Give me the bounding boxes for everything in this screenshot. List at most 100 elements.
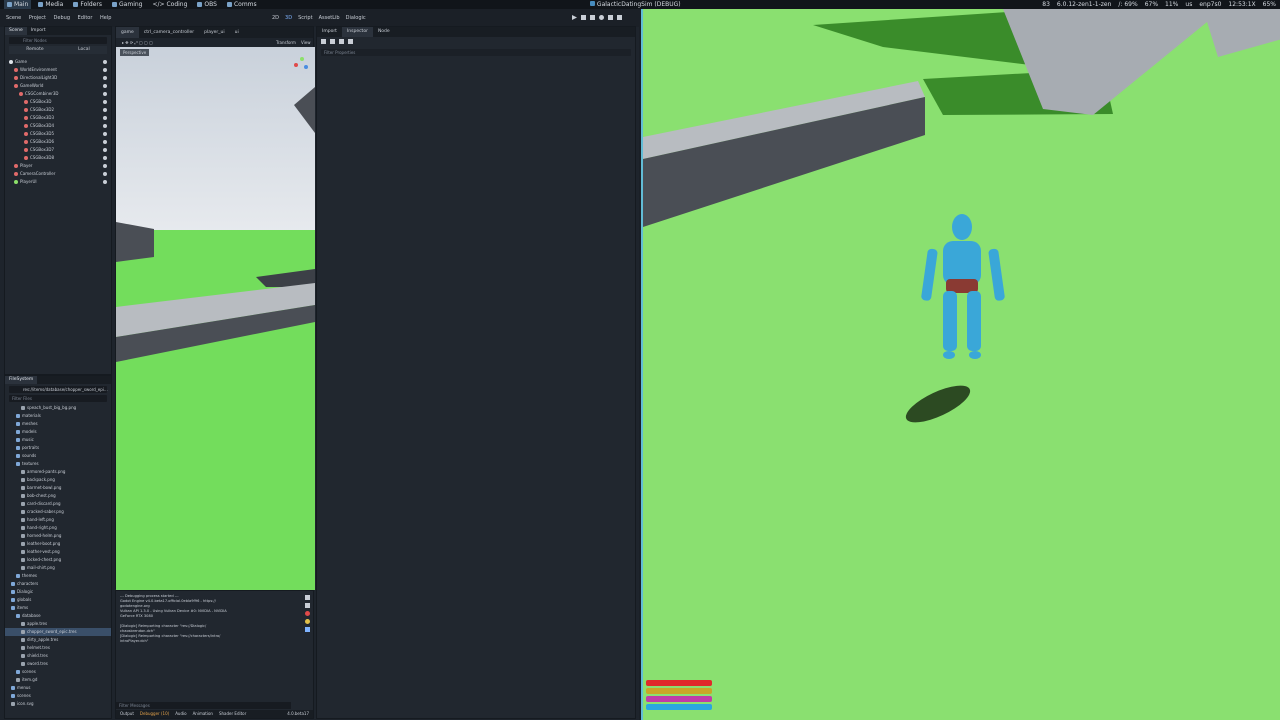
workspace-folders[interactable]: Folders [70, 0, 105, 9]
menu-help[interactable]: Help [100, 15, 111, 21]
folder-item[interactable]: Dialogic [5, 588, 111, 596]
visibility-icon[interactable] [103, 164, 107, 168]
folder-item[interactable]: characters [5, 580, 111, 588]
screen-3d[interactable]: 3D [285, 9, 292, 27]
file-item[interactable]: chopper_sword_epic.tres [5, 628, 111, 636]
message-filter-icon[interactable] [305, 627, 310, 632]
filter-messages-input[interactable]: Filter Messages [116, 702, 291, 709]
tab-inspector[interactable]: Inspector [341, 27, 373, 37]
file-item[interactable]: item.gd [5, 676, 111, 684]
game-window[interactable] [641, 9, 1280, 720]
file-item[interactable]: hand-right.png [5, 524, 111, 532]
folder-item[interactable]: models [5, 428, 111, 436]
folder-item[interactable]: scenes [5, 692, 111, 700]
folder-item[interactable]: materials [5, 412, 111, 420]
scene-node[interactable]: Game [5, 58, 111, 66]
file-item[interactable]: armored-pants.png [5, 468, 111, 476]
folder-item[interactable]: meshes [5, 420, 111, 428]
file-item[interactable]: dirty_apple.tres [5, 636, 111, 644]
tab-import-dock[interactable]: Import [317, 27, 342, 37]
visibility-icon[interactable] [103, 76, 107, 80]
file-item[interactable]: backpack.png [5, 476, 111, 484]
visibility-icon[interactable] [103, 148, 107, 152]
remote-button[interactable]: Remote [26, 46, 43, 54]
scene-tab-player-ui[interactable]: player_ui [199, 27, 230, 38]
view-menu[interactable]: View [301, 38, 311, 47]
workspace-comms[interactable]: Comms [224, 0, 260, 9]
file-item[interactable]: cracked-saber.png [5, 508, 111, 516]
remote-debug-icon[interactable] [599, 15, 604, 20]
folder-item[interactable]: scenes [5, 668, 111, 676]
visibility-icon[interactable] [103, 84, 107, 88]
scene-node[interactable]: CSGBox3D6 [5, 138, 111, 146]
workspace-media[interactable]: Media [35, 0, 66, 9]
copy-icon[interactable] [305, 603, 310, 608]
scene-node[interactable]: CSGBox3D3 [5, 114, 111, 122]
folder-item[interactable]: textures [5, 460, 111, 468]
visibility-icon[interactable] [103, 172, 107, 176]
scene-node[interactable]: CSGCombiner3D [5, 90, 111, 98]
file-item[interactable]: helmet.tres [5, 644, 111, 652]
file-item[interactable]: icon.svg [5, 700, 111, 708]
scene-tab-ui[interactable]: ui [230, 27, 244, 38]
tab-debugger[interactable]: Debugger (10) [140, 710, 169, 718]
file-item[interactable]: speach_bust_big_bg.png [5, 404, 111, 412]
workspace-gaming[interactable]: Gaming [109, 0, 145, 9]
visibility-icon[interactable] [103, 140, 107, 144]
folder-item[interactable]: menus [5, 684, 111, 692]
folder-item[interactable]: database [5, 612, 111, 620]
file-item[interactable]: barrnet-bowl.png [5, 484, 111, 492]
visibility-icon[interactable] [103, 132, 107, 136]
scene-node[interactable]: CSGBox3D7 [5, 146, 111, 154]
folder-item[interactable]: sounds [5, 452, 111, 460]
file-item[interactable]: mail-shirt.png [5, 564, 111, 572]
file-item[interactable]: locked-chest.png [5, 556, 111, 564]
visibility-icon[interactable] [103, 156, 107, 160]
tab-scene[interactable]: Scene [5, 27, 27, 35]
file-item[interactable]: card-discard.png [5, 500, 111, 508]
play-scene-icon[interactable] [608, 15, 613, 20]
filter-nodes-input[interactable]: Filter Nodes [9, 37, 107, 44]
menu-editor[interactable]: Editor [78, 15, 93, 21]
menu-debug[interactable]: Debug [54, 15, 70, 21]
transform-menu[interactable]: Transform [276, 38, 296, 47]
tab-audio[interactable]: Audio [175, 710, 186, 718]
scene-node[interactable]: WorldEnvironment [5, 66, 111, 74]
tab-shader-editor[interactable]: Shader Editor [219, 710, 246, 718]
scene-node[interactable]: CSGBox3D2 [5, 106, 111, 114]
file-item[interactable]: hand-left.png [5, 516, 111, 524]
tab-output[interactable]: Output [120, 710, 134, 718]
scene-node[interactable]: CameraController [5, 170, 111, 178]
scene-node[interactable]: PlayerUI [5, 178, 111, 186]
visibility-icon[interactable] [103, 116, 107, 120]
scene-node[interactable]: GameWorld [5, 82, 111, 90]
pause-icon[interactable] [581, 15, 586, 20]
error-filter-icon[interactable] [305, 611, 310, 616]
save-resource-icon[interactable] [339, 39, 344, 44]
visibility-icon[interactable] [103, 100, 107, 104]
tab-animation[interactable]: Animation [193, 710, 213, 718]
scene-node[interactable]: CSGBox3D4 [5, 122, 111, 130]
folder-item[interactable]: portraits [5, 444, 111, 452]
clear-icon[interactable] [305, 595, 310, 600]
movie-icon[interactable] [617, 15, 622, 20]
visibility-icon[interactable] [103, 180, 107, 184]
scene-node[interactable]: CSGBox3D [5, 98, 111, 106]
load-resource-icon[interactable] [330, 39, 335, 44]
file-item[interactable]: leather-boot.png [5, 540, 111, 548]
filter-properties-input[interactable]: Filter Properties [321, 49, 631, 56]
file-item[interactable]: apple.tres [5, 620, 111, 628]
tab-import[interactable]: Import [27, 27, 50, 35]
more-options-icon[interactable] [348, 39, 353, 44]
new-resource-icon[interactable] [321, 39, 326, 44]
tab-node[interactable]: Node [373, 27, 395, 37]
screen-assetlib[interactable]: AssetLib [319, 9, 340, 27]
path-field[interactable]: res://items/database/chopper_sword_epi..… [9, 386, 108, 393]
visibility-icon[interactable] [103, 124, 107, 128]
visibility-icon[interactable] [103, 92, 107, 96]
file-item[interactable]: shield.tres [5, 652, 111, 660]
file-item[interactable]: horned-helm.png [5, 532, 111, 540]
workspace-obs[interactable]: OBS [194, 0, 220, 9]
play-icon[interactable] [572, 15, 577, 20]
scene-tab-game[interactable]: game [116, 27, 139, 38]
